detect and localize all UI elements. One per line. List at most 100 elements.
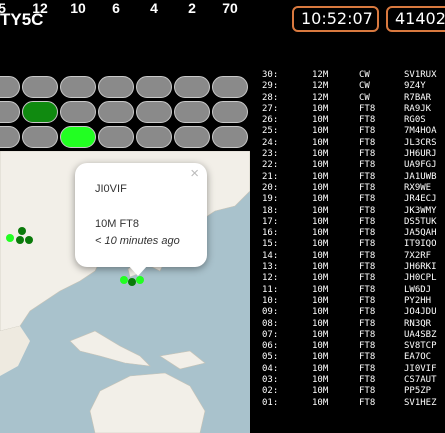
band-indicator[interactable] (0, 126, 20, 148)
spot-row[interactable]: 16: 10M FT8 JA5QAH (262, 228, 445, 239)
spot-mode: FT8 (359, 273, 376, 284)
spot-number: 13: (262, 262, 279, 273)
spot-mode: CW (359, 81, 370, 92)
band-indicator[interactable] (98, 101, 134, 123)
spot-row[interactable]: 02: 10M FT8 PP5ZP (262, 386, 445, 397)
spot-callsign: RX9WE (404, 182, 432, 193)
band-indicator[interactable] (212, 76, 248, 98)
spot-row[interactable]: 10: 10M FT8 PY2HH (262, 296, 445, 307)
spot-marker[interactable] (136, 276, 144, 284)
band-indicator[interactable] (22, 126, 58, 148)
spot-row[interactable]: 23: 10M FT8 JH6URJ (262, 149, 445, 160)
spot-row[interactable]: 01: 10M FT8 SV1HEZ (262, 398, 445, 409)
spot-row[interactable]: 26: 10M FT8 RG0S (262, 115, 445, 126)
spot-callsign: JH6URJ (404, 149, 437, 160)
band-indicator[interactable] (98, 126, 134, 148)
spot-row[interactable]: 15: 10M FT8 IT9IQO (262, 239, 445, 250)
spot-row[interactable]: 30: 12M CW SV1RUX (262, 70, 445, 81)
band-indicator[interactable] (22, 76, 58, 98)
spot-mode: FT8 (359, 103, 376, 114)
spot-row[interactable]: 07: 10M FT8 UA4SBZ (262, 330, 445, 341)
spot-row[interactable]: 25: 10M FT8 7M4HOA (262, 126, 445, 137)
spot-marker[interactable] (16, 236, 24, 244)
spot-band: 10M (312, 216, 329, 227)
spot-number: 23: (262, 149, 279, 160)
spot-callsign: PP5ZP (404, 386, 432, 397)
spot-mode: FT8 (359, 375, 376, 386)
spot-band: 10M (312, 194, 329, 205)
spot-number: 15: (262, 239, 279, 250)
spot-band: 10M (312, 307, 329, 318)
band-label: 4 (150, 0, 158, 16)
spot-number: 10: (262, 295, 279, 306)
spot-number: 07: (262, 329, 279, 340)
band-indicator[interactable] (60, 76, 96, 98)
spot-number: 24: (262, 137, 279, 148)
spot-number: 14: (262, 250, 279, 261)
spot-band: 10M (312, 103, 329, 114)
spot-marker[interactable] (128, 278, 136, 286)
spot-mode: FT8 (359, 239, 376, 250)
band-indicator[interactable] (0, 101, 20, 123)
spot-row[interactable]: 27: 10M FT8 RA9JK (262, 104, 445, 115)
spot-callsign: LW6DJ (404, 284, 432, 295)
spot-marker[interactable] (18, 227, 26, 235)
spot-mode: FT8 (359, 182, 376, 193)
spot-callsign: JH0CPL (404, 273, 437, 284)
spot-row[interactable]: 13: 10M FT8 JH6RKI (262, 262, 445, 273)
spot-row[interactable]: 04: 10M FT8 JI0VIF (262, 364, 445, 375)
spot-callsign: JR4ECJ (404, 194, 437, 205)
spot-band: 10M (312, 262, 329, 273)
spot-row[interactable]: 22: 10M FT8 UA9FGJ (262, 160, 445, 171)
band-indicator[interactable] (212, 101, 248, 123)
spot-row[interactable]: 11: 10M FT8 LW6DJ (262, 285, 445, 296)
spot-number: 18: (262, 205, 279, 216)
spot-row[interactable]: 06: 10M FT8 SV8TCP (262, 341, 445, 352)
spot-row[interactable]: 08: 10M FT8 RN3QR (262, 319, 445, 330)
band-indicator[interactable] (136, 76, 172, 98)
spot-number: 12: (262, 273, 279, 284)
band-indicator[interactable] (0, 76, 20, 98)
spot-row[interactable]: 21: 10M FT8 JA1UWB (262, 172, 445, 183)
band-indicator[interactable] (60, 101, 96, 123)
spot-mode: FT8 (359, 115, 376, 126)
spot-mode: FT8 (359, 262, 376, 273)
spot-callsign: 7X2RF (404, 250, 432, 261)
spot-row[interactable]: 28: 12M CW R7BAR (262, 93, 445, 104)
spot-row[interactable]: 29: 12M CW 9Z4Y (262, 81, 445, 92)
spot-marker[interactable] (120, 276, 128, 284)
spot-marker[interactable] (25, 236, 33, 244)
band-indicator[interactable] (212, 126, 248, 148)
band-indicator[interactable] (22, 101, 58, 123)
band-indicator[interactable] (60, 126, 96, 148)
spot-number: 03: (262, 375, 279, 386)
spot-band: 10M (312, 149, 329, 160)
spot-row[interactable]: 05: 10M FT8 EA7OC (262, 352, 445, 363)
spot-marker[interactable] (6, 234, 14, 242)
spot-callsign: RG0S (404, 115, 426, 126)
spot-band: 10M (312, 160, 329, 171)
spot-row[interactable]: 18: 10M FT8 JK3WMY (262, 206, 445, 217)
spot-row[interactable]: 20: 10M FT8 RX9WE (262, 183, 445, 194)
spot-number: 28: (262, 92, 279, 103)
spot-mode: FT8 (359, 329, 376, 340)
spot-row[interactable]: 19: 10M FT8 JR4ECJ (262, 194, 445, 205)
band-indicator[interactable] (174, 126, 210, 148)
spot-band: 10M (312, 273, 329, 284)
spot-row[interactable]: 09: 10M FT8 JO4JDU (262, 307, 445, 318)
spot-row[interactable]: 03: 10M FT8 CS7AUT (262, 375, 445, 386)
spot-row[interactable]: 14: 10M FT8 7X2RF (262, 251, 445, 262)
spot-row[interactable]: 12: 10M FT8 JH0CPL (262, 273, 445, 284)
spot-row[interactable]: 24: 10M FT8 JL3CRS (262, 138, 445, 149)
spot-callsign: DS5TUK (404, 216, 437, 227)
popup-age: < 10 minutes ago (95, 235, 180, 247)
band-indicator[interactable] (136, 101, 172, 123)
band-label: 2 (188, 0, 196, 16)
band-indicator[interactable] (98, 76, 134, 98)
band-indicator[interactable] (174, 101, 210, 123)
spot-callsign: RN3QR (404, 318, 432, 329)
spot-row[interactable]: 17: 10M FT8 DS5TUK (262, 217, 445, 228)
close-icon[interactable]: × (190, 165, 199, 182)
band-indicator[interactable] (136, 126, 172, 148)
band-indicator[interactable] (174, 76, 210, 98)
